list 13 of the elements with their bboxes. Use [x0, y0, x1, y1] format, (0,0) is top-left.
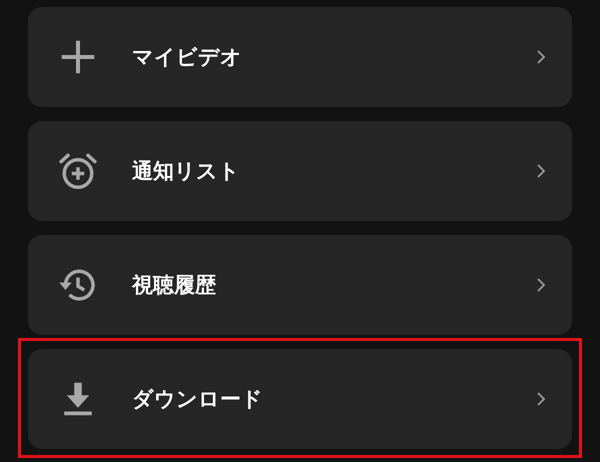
alarm-clock-icon [58, 151, 98, 191]
chevron-right-icon [536, 391, 546, 407]
menu-item-label: ダウンロード [132, 386, 264, 413]
menu-item[interactable]: 通知リスト [28, 121, 572, 221]
chevron-right-icon [536, 277, 546, 293]
menu-item-label: 視聴履歴 [132, 272, 217, 299]
menu-item[interactable]: 視聴履歴 [28, 235, 572, 335]
menu-item-label: マイビデオ [132, 44, 243, 71]
menu-item-label: 通知リスト [132, 158, 241, 185]
chevron-right-icon [536, 49, 546, 65]
menu-item[interactable]: マイビデオ [28, 7, 572, 107]
menu-item[interactable]: ダウンロード [28, 349, 572, 449]
chevron-right-icon [536, 163, 546, 179]
